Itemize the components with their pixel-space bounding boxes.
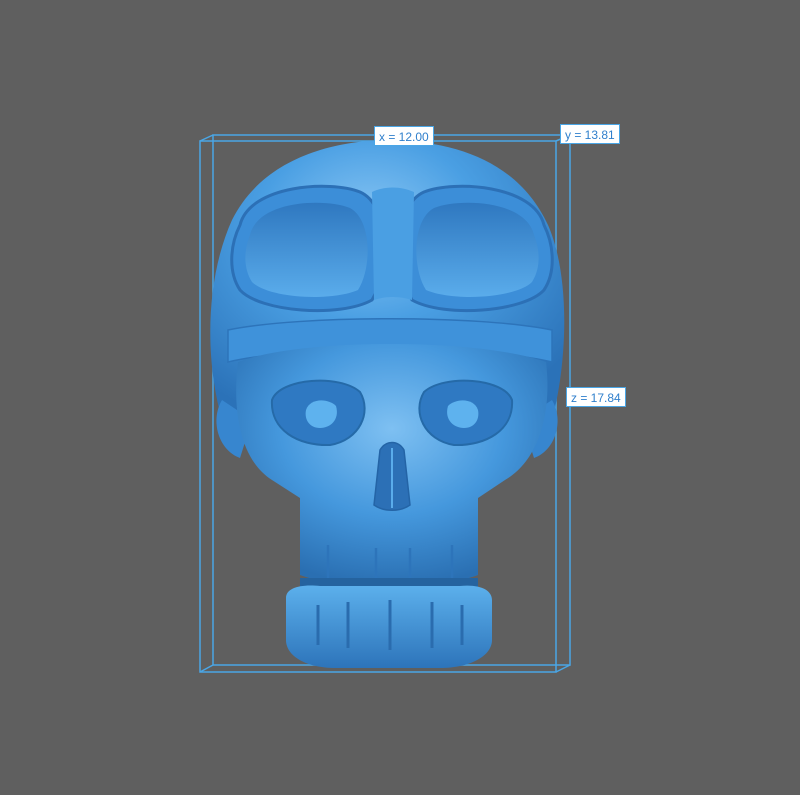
goggles — [230, 184, 554, 313]
dimension-x-label: x = 12.00 — [374, 126, 434, 146]
dimension-z-label: z = 17.84 — [566, 387, 626, 407]
goggle-bridge — [372, 187, 414, 300]
dimension-y-label: y = 13.81 — [560, 124, 620, 144]
viewport-canvas[interactable] — [0, 0, 800, 795]
bbox-edge — [199, 664, 214, 673]
3d-viewport[interactable]: x = 12.00 y = 13.81 z = 17.84 — [0, 0, 800, 795]
bbox-edge — [199, 134, 214, 142]
bbox-edge — [555, 664, 571, 673]
goggle-inner-left — [245, 202, 368, 297]
skull-model[interactable] — [210, 140, 565, 668]
goggle-inner-right — [416, 202, 539, 297]
